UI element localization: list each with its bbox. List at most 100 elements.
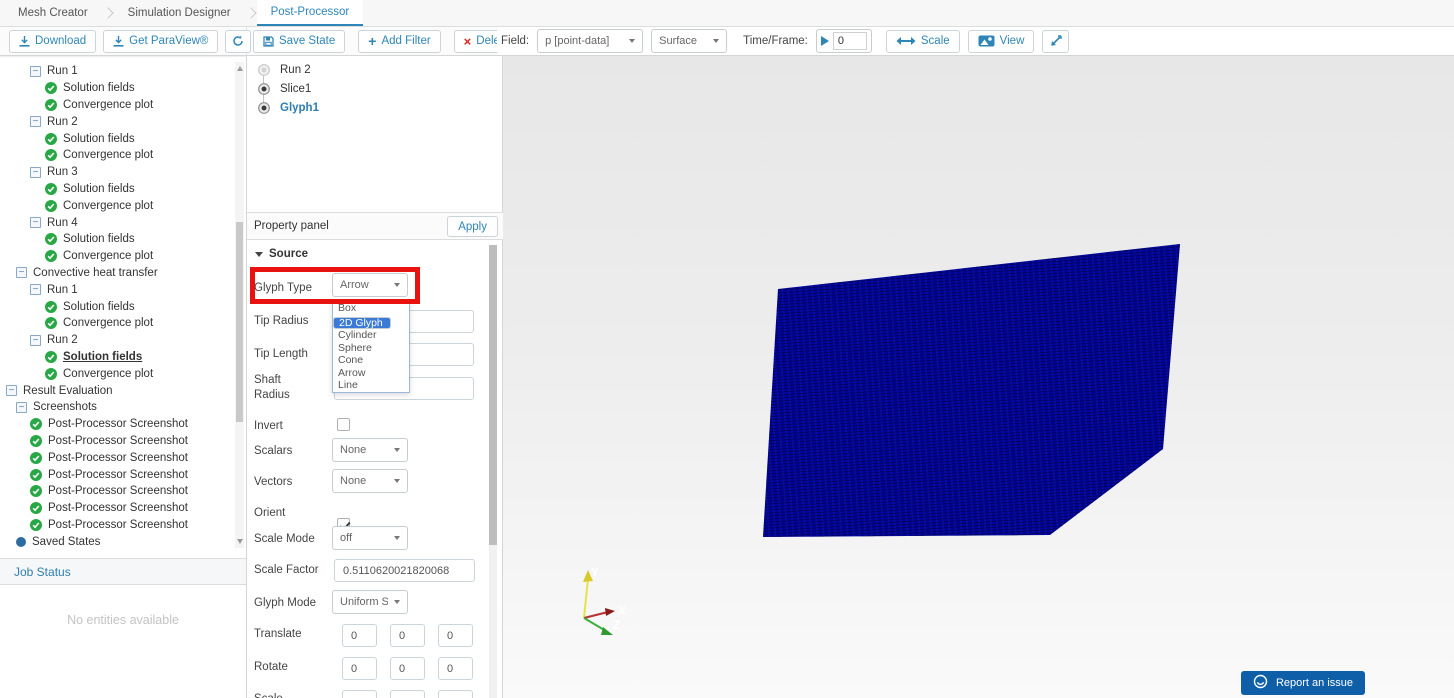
pipeline-item-slice1[interactable]: Slice1 — [247, 79, 503, 98]
tree-item-run-1[interactable]: − Run 1 — [0, 281, 247, 298]
invert-checkbox[interactable] — [337, 418, 350, 431]
field-select[interactable]: p [point-data] — [537, 29, 644, 53]
scale-factor-label: Scale Factor — [254, 564, 319, 576]
tree-item-convective-heat-transfer[interactable]: − Convective heat transfer — [0, 265, 247, 282]
scale-mode-select[interactable]: off — [332, 526, 408, 550]
time-frame-box — [815, 29, 872, 53]
glyph-mode-select[interactable]: Uniform S — [332, 590, 408, 614]
resize-view-button[interactable] — [1042, 29, 1070, 53]
tree-item-solution-fields[interactable]: Solution fields — [0, 231, 247, 248]
picture-icon — [978, 35, 995, 47]
tree-scroll-thumb[interactable] — [236, 222, 243, 422]
tree-item-label: Convergence plot — [63, 98, 154, 111]
tree-item-convergence-plot[interactable]: Convergence plot — [0, 365, 247, 382]
tree-item-convergence-plot[interactable]: Convergence plot — [0, 315, 247, 332]
tree-item-run-2[interactable]: − Run 2 — [0, 332, 247, 349]
glyph-mode-value: Uniform S — [340, 596, 388, 608]
job-status-empty-message: No entities available — [67, 613, 179, 627]
pipeline-item-label: Glyph1 — [280, 101, 319, 114]
check-circle-icon — [45, 149, 57, 162]
tree-item-run-1[interactable]: − Run 1 — [0, 63, 247, 80]
scalars-select[interactable]: None — [332, 438, 408, 462]
scale-factor-input[interactable] — [334, 559, 475, 582]
pipeline-item-glyph1[interactable]: Glyph1 — [247, 98, 503, 117]
source-section-header[interactable]: Source — [255, 248, 308, 260]
glyph-type-option-sphere[interactable]: Sphere — [333, 342, 409, 355]
glyph-type-option-arrow[interactable]: Arrow — [333, 367, 409, 380]
eye-visibility-icon[interactable] — [257, 82, 271, 96]
glyph-type-option-cylinder[interactable]: Cylinder — [333, 329, 409, 342]
tree-item-saved-states[interactable]: Saved States — [0, 533, 247, 550]
tree-item-solution-fields[interactable]: Solution fields — [0, 130, 247, 147]
apply-button[interactable]: Apply — [447, 216, 498, 237]
property-scroll-thumb[interactable] — [489, 245, 497, 545]
rotate-input-1[interactable] — [390, 657, 425, 680]
render-viewport[interactable]: Y X Z Report an issue — [503, 56, 1454, 698]
rotate-input-0[interactable] — [342, 657, 377, 680]
tree-item-convergence-plot[interactable]: Convergence plot — [0, 197, 247, 214]
tree-item-run-3[interactable]: − Run 3 — [0, 164, 247, 181]
tip-radius-label: Tip Radius — [254, 315, 309, 327]
scale-row-input-1[interactable] — [390, 690, 425, 698]
tree-item-post-processor-screenshot[interactable]: Post-Processor Screenshot — [0, 416, 247, 433]
tab-bar: Mesh Creator Simulation Designer Post-Proc… — [0, 0, 1454, 27]
vectors-select[interactable]: None — [332, 469, 408, 493]
tab-mesh-creator[interactable]: Mesh Creator — [4, 0, 102, 26]
tree-item-convergence-plot[interactable]: Convergence plot — [0, 97, 247, 114]
tree-item-convergence-plot[interactable]: Convergence plot — [0, 147, 247, 164]
add-filter-button[interactable]: + Add Filter — [358, 29, 441, 53]
representation-select[interactable]: Surface — [651, 29, 728, 53]
double-arrow-icon — [896, 36, 916, 46]
scale-row-inputs — [342, 690, 473, 698]
tree-item-solution-fields[interactable]: Solution fields — [0, 80, 247, 97]
download-button[interactable]: Download — [9, 29, 97, 53]
scroll-down-icon[interactable] — [236, 539, 243, 544]
report-issue-button[interactable]: Report an issue — [1240, 671, 1365, 695]
scale-button[interactable]: Scale — [885, 29, 960, 53]
glyph-type-option-box[interactable]: Box — [333, 302, 409, 315]
check-circle-icon — [45, 82, 57, 95]
get-paraview-label: Get ParaView® — [129, 35, 209, 47]
play-icon[interactable] — [820, 36, 829, 46]
tab-simulation-designer[interactable]: Simulation Designer — [114, 0, 245, 26]
tree-item-post-processor-screenshot[interactable]: Post-Processor Screenshot — [0, 466, 247, 483]
save-state-button[interactable]: Save State — [253, 29, 346, 53]
tree-item-label: Post-Processor Screenshot — [48, 451, 188, 464]
pipeline-item-run-2[interactable]: Run 2 — [247, 60, 503, 79]
glyph-type-select[interactable]: Arrow — [332, 273, 408, 297]
tree-item-screenshots[interactable]: − Screenshots — [0, 399, 247, 416]
rotate-input-2[interactable] — [438, 657, 473, 680]
field-value: p [point-data] — [545, 35, 610, 47]
tree-item-solution-fields[interactable]: Solution fields — [0, 298, 247, 315]
tree-item-post-processor-screenshot[interactable]: Post-Processor Screenshot — [0, 433, 247, 450]
tab-post-processor[interactable]: Post-Processor — [256, 0, 364, 26]
translate-input-1[interactable] — [390, 624, 425, 647]
tree-item-post-processor-screenshot[interactable]: Post-Processor Screenshot — [0, 500, 247, 517]
glyph-type-option-2d-glyph[interactable]: 2D Glyph — [333, 316, 391, 329]
tree-item-result-evaluation[interactable]: − Result Evaluation — [0, 382, 247, 399]
eye-visibility-icon[interactable] — [257, 63, 271, 77]
tree-item-post-processor-screenshot[interactable]: Post-Processor Screenshot — [0, 449, 247, 466]
job-status-header[interactable]: Job Status — [0, 558, 246, 585]
glyph-type-option-line[interactable]: Line — [333, 379, 409, 392]
tree-item-solution-fields[interactable]: Solution fields — [0, 181, 247, 198]
scroll-up-icon[interactable] — [236, 66, 243, 71]
tree-item-solution-fields[interactable]: Solution fields — [0, 349, 247, 366]
translate-input-0[interactable] — [342, 624, 377, 647]
scale-row-input-2[interactable] — [438, 690, 473, 698]
scale-row-input-0[interactable] — [342, 690, 377, 698]
glyph-type-option-cone[interactable]: Cone — [333, 354, 409, 367]
translate-input-2[interactable] — [438, 624, 473, 647]
get-paraview-button[interactable]: Get ParaView® — [103, 29, 219, 53]
tree-item-convergence-plot[interactable]: Convergence plot — [0, 248, 247, 265]
time-frame-input[interactable] — [832, 32, 867, 50]
view-button[interactable]: View — [967, 29, 1035, 53]
eye-visibility-icon[interactable] — [257, 101, 271, 115]
property-scrollbar[interactable] — [489, 245, 497, 698]
tree-item-run-4[interactable]: − Run 4 — [0, 214, 247, 231]
tree-item-post-processor-screenshot[interactable]: Post-Processor Screenshot — [0, 517, 247, 534]
tree-item-post-processor-screenshot[interactable]: Post-Processor Screenshot — [0, 483, 247, 500]
tree-item-run-2[interactable]: − Run 2 — [0, 113, 247, 130]
tree-item-label: Run 1 — [47, 283, 78, 296]
tree-scrollbar[interactable] — [235, 62, 244, 548]
